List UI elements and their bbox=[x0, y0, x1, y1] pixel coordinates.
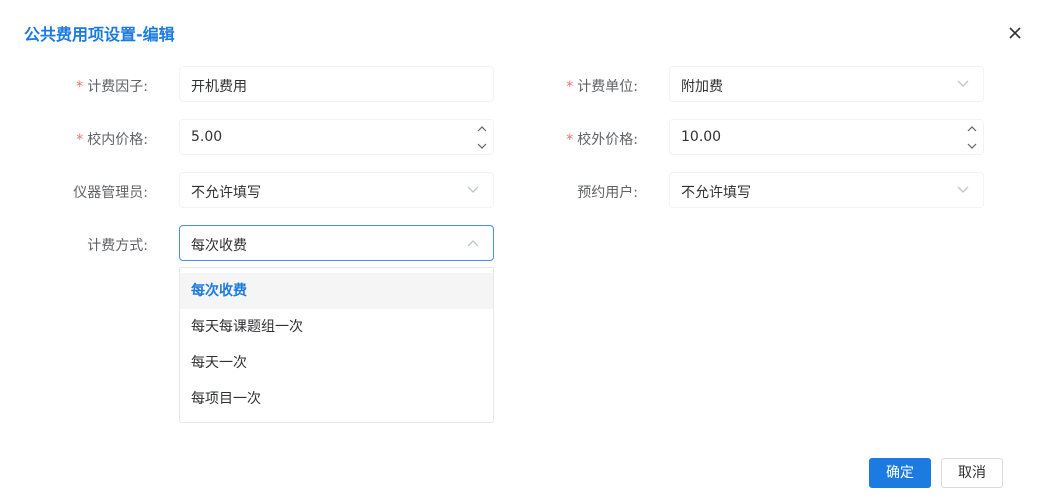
chevron-down-icon bbox=[957, 80, 969, 87]
chevron-down-icon[interactable] bbox=[475, 139, 489, 153]
external-price-value: 10.00 bbox=[681, 129, 722, 145]
confirm-button[interactable]: 确定 bbox=[869, 458, 931, 488]
chevron-up-icon[interactable] bbox=[965, 122, 979, 136]
external-price-label: * 校外价格: bbox=[548, 129, 638, 149]
instrument-manager-select[interactable]: 不允许填写 bbox=[179, 172, 494, 208]
internal-price-value: 5.00 bbox=[191, 129, 223, 145]
billing-method-value: 每次收费 bbox=[191, 238, 247, 254]
billing-method-dropdown: 每次收费 每天每课题组一次 每天一次 每项目一次 bbox=[179, 267, 494, 423]
required-mark: * bbox=[76, 132, 84, 148]
external-price-input[interactable]: 10.00 bbox=[669, 119, 984, 155]
billing-method-label: 计费方式: bbox=[87, 238, 148, 254]
dialog-title: 公共费用项设置-编辑 bbox=[24, 25, 175, 44]
unit-value: 附加费 bbox=[681, 79, 723, 95]
reserve-user-label: 预约用户: bbox=[577, 185, 638, 201]
unit-select[interactable]: 附加费 bbox=[669, 66, 984, 102]
external-price-label-text: 校外价格: bbox=[577, 132, 638, 148]
chevron-up-icon bbox=[467, 240, 479, 247]
factor-label-text: 计费因子: bbox=[87, 79, 148, 95]
factor-label: * 计费因子: bbox=[60, 76, 148, 96]
factor-input[interactable]: 开机费用 bbox=[179, 66, 494, 102]
edit-dialog: 公共费用项设置-编辑 * 计费因子: 开机费用 * 计费单位: 附加费 * 校内价格:… bbox=[0, 0, 1047, 498]
internal-price-label: * 校内价格: bbox=[60, 129, 148, 149]
chevron-down-icon bbox=[467, 186, 479, 193]
chevron-up-icon[interactable] bbox=[475, 122, 489, 136]
required-mark: * bbox=[566, 132, 574, 148]
cancel-button[interactable]: 取消 bbox=[941, 458, 1003, 488]
billing-method-select[interactable]: 每次收费 bbox=[179, 225, 494, 261]
required-mark: * bbox=[566, 79, 574, 95]
reserve-user-value: 不允许填写 bbox=[681, 185, 751, 201]
instrument-manager-value: 不允许填写 bbox=[191, 185, 261, 201]
close-icon[interactable] bbox=[1006, 24, 1024, 42]
dropdown-option[interactable]: 每次收费 bbox=[180, 273, 493, 309]
dropdown-option[interactable]: 每天每课题组一次 bbox=[180, 309, 493, 345]
unit-label: * 计费单位: bbox=[548, 76, 638, 96]
chevron-down-icon[interactable] bbox=[965, 139, 979, 153]
internal-price-input[interactable]: 5.00 bbox=[179, 119, 494, 155]
dropdown-option[interactable]: 每天一次 bbox=[180, 345, 493, 381]
reserve-user-select[interactable]: 不允许填写 bbox=[669, 172, 984, 208]
instrument-manager-label: 仪器管理员: bbox=[73, 185, 148, 201]
chevron-down-icon bbox=[957, 186, 969, 193]
required-mark: * bbox=[76, 79, 84, 95]
internal-price-label-text: 校内价格: bbox=[87, 132, 148, 148]
factor-value: 开机费用 bbox=[191, 79, 247, 95]
unit-label-text: 计费单位: bbox=[577, 79, 638, 95]
dropdown-option[interactable]: 每项目一次 bbox=[180, 381, 493, 417]
